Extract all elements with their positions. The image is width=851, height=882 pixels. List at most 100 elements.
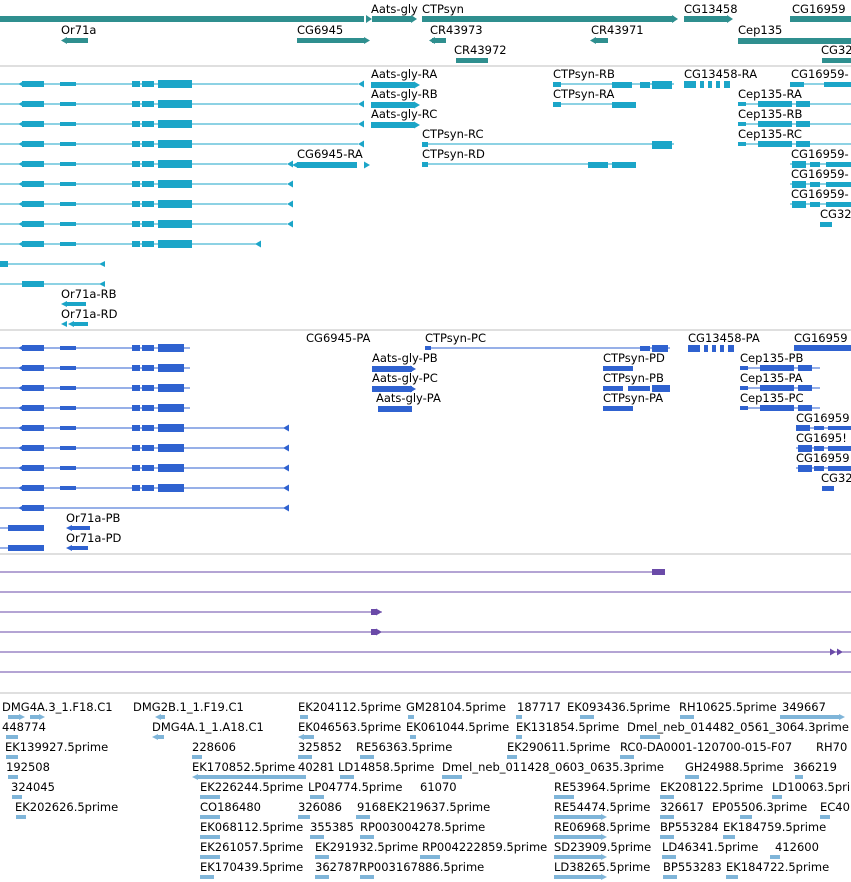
feature-label[interactable]: GH24988.5prime <box>685 760 784 774</box>
feature-label[interactable]: CG13458-RA <box>684 67 757 81</box>
feature-label[interactable]: EK184759.5prime <box>723 820 826 834</box>
feature-label[interactable]: EK131854.5prime <box>516 720 619 734</box>
feature-label[interactable]: Dmel_neb_011428_0603_0635.3prime <box>442 760 664 774</box>
feature-label[interactable]: 187717 <box>517 700 561 714</box>
feature-label[interactable]: 325852 <box>298 740 342 754</box>
feature-label[interactable]: 355385 <box>310 820 354 834</box>
feature-label[interactable]: 366219 <box>793 760 837 774</box>
feature-label[interactable]: 192508 <box>6 760 50 774</box>
feature-label[interactable]: Or71a-RD <box>61 307 118 321</box>
feature-label[interactable]: CG16959 <box>794 331 848 345</box>
feature-label[interactable]: EK170852.5prime <box>192 760 295 774</box>
feature-label[interactable]: Or71a-RB <box>61 287 117 301</box>
feature-label[interactable]: CG16959 <box>796 451 850 465</box>
feature-label[interactable]: Cep135-PB <box>740 351 803 365</box>
feature-label[interactable]: DMG4A.3_1.F18.C1 <box>2 700 113 714</box>
feature-label[interactable]: CG13458 <box>684 2 738 16</box>
feature-label[interactable]: LD46341.5prime <box>662 840 758 854</box>
feature-label[interactable]: RP003004278.5prime <box>360 820 485 834</box>
feature-label[interactable]: CTPsyn-RA <box>553 87 615 101</box>
feature-label[interactable]: DMG4A.1_1.A18.C1 <box>152 720 264 734</box>
feature-label[interactable]: Cep135-RA <box>738 87 802 101</box>
feature-label[interactable]: RP004222859.5prime <box>422 840 547 854</box>
feature-label[interactable]: Cep135-PA <box>740 371 803 385</box>
feature-label[interactable]: RE56363.5prime <box>356 740 452 754</box>
feature-label[interactable]: CTPsyn-PB <box>603 371 664 385</box>
feature-label[interactable]: Cep135-RB <box>738 107 802 121</box>
feature-label[interactable]: 326617 <box>660 800 704 814</box>
feature-label[interactable]: DMG2B.1_1.F19.C1 <box>133 700 244 714</box>
feature-label[interactable]: EK261057.5prime <box>200 840 303 854</box>
feature-label[interactable]: CTPsyn-PC <box>425 331 486 345</box>
feature-label[interactable]: Cep135 <box>738 23 782 37</box>
feature-label[interactable]: CG32 <box>820 207 851 221</box>
feature-label[interactable]: EP05506.3prime <box>712 800 807 814</box>
feature-label[interactable]: CG6945 <box>297 23 343 37</box>
feature-label[interactable]: EK046563.5prime <box>298 720 401 734</box>
feature-label[interactable]: 324045 <box>11 780 55 794</box>
feature-label[interactable]: 61070 <box>420 780 457 794</box>
feature-label[interactable]: Cep135-PC <box>740 391 803 405</box>
feature-label[interactable]: Cep135-RC <box>738 127 802 141</box>
feature-label[interactable]: CG16959 <box>792 2 846 16</box>
feature-label[interactable]: CG32 <box>821 471 851 485</box>
feature-label[interactable]: Aats-gly-RB <box>371 87 438 101</box>
feature-label[interactable]: EK139927.5prime <box>5 740 108 754</box>
feature-label[interactable]: 412600 <box>775 840 819 854</box>
feature-label[interactable]: Or71a <box>61 23 96 37</box>
feature-label[interactable]: RC0-DA0001-120700-015-F07 <box>620 740 792 754</box>
genome-tracks-canvas[interactable]: Aats-gly CTPsyn CG13458 CG16959 Or71a CG6945 C… <box>0 0 851 882</box>
feature-label[interactable]: Dmel_neb_014482_0561_3064.3prime <box>627 720 849 734</box>
feature-label[interactable]: Or71a-PD <box>66 531 122 545</box>
feature-label[interactable]: Aats-gly-PB <box>372 351 438 365</box>
feature-label[interactable]: Aats-gly-PC <box>372 371 438 385</box>
feature-label[interactable]: 40281 <box>298 760 335 774</box>
feature-label[interactable]: EK204112.5prime <box>298 700 401 714</box>
feature-label[interactable]: BP553284 <box>660 820 719 834</box>
feature-label[interactable]: LP04774.5prime <box>308 780 402 794</box>
feature-label[interactable]: EK202626.5prime <box>15 800 118 814</box>
feature-label[interactable]: CG6945-PA <box>306 331 371 345</box>
feature-label[interactable]: EK290611.5prime <box>507 740 610 754</box>
feature-label[interactable]: EC40 <box>820 800 850 814</box>
feature-label[interactable]: CR43972 <box>454 43 507 57</box>
feature-label[interactable]: CG1695! <box>796 431 847 445</box>
feature-label[interactable]: 448774 <box>2 720 46 734</box>
feature-label[interactable]: Aats-gly-RA <box>371 67 437 81</box>
feature-label[interactable]: LD14858.5prime <box>338 760 434 774</box>
feature-label[interactable]: CR43973 <box>430 23 483 37</box>
feature-label[interactable]: Aats-gly-PA <box>376 391 441 405</box>
feature-label[interactable]: CR43971 <box>591 23 644 37</box>
feature-label[interactable]: EK219637.5prime <box>387 800 490 814</box>
feature-label[interactable]: 9168 <box>357 800 386 814</box>
feature-label[interactable]: LD10063.5prime <box>772 780 851 794</box>
feature-label[interactable]: 326086 <box>298 800 342 814</box>
feature-label[interactable]: RH70 <box>816 740 847 754</box>
feature-label[interactable]: CTPsyn-PD <box>603 351 665 365</box>
feature-label[interactable]: CTPsyn-RB <box>553 67 615 81</box>
feature-label[interactable]: Or71a-PB <box>66 511 121 525</box>
feature-label[interactable]: CG13458-PA <box>688 331 760 345</box>
feature-label[interactable]: BP553283 <box>663 860 722 874</box>
feature-label[interactable]: GM28104.5prime <box>406 700 506 714</box>
feature-label[interactable]: CG16959- <box>791 187 849 201</box>
feature-label[interactable]: EK184722.5prime <box>726 860 829 874</box>
feature-label[interactable]: CG16959- <box>791 67 849 81</box>
feature-label[interactable]: Aats-gly <box>371 2 418 16</box>
feature-label[interactable]: EK291932.5prime <box>315 840 418 854</box>
feature-label[interactable]: 228606 <box>192 740 236 754</box>
feature-label[interactable]: EK061044.5prime <box>406 720 509 734</box>
feature-label[interactable]: EK170439.5prime <box>200 860 303 874</box>
feature-label[interactable]: EK226244.5prime <box>200 780 303 794</box>
feature-label[interactable]: CG16959- <box>791 167 849 181</box>
feature-label[interactable]: CG16959- <box>791 147 849 161</box>
feature-label[interactable]: 349667 <box>782 700 826 714</box>
feature-label[interactable]: CG6945-RA <box>297 147 363 161</box>
feature-label[interactable]: CG16959 <box>796 411 850 425</box>
feature-label[interactable]: LD38265.5prime <box>554 860 650 874</box>
feature-label[interactable]: 362787 <box>315 860 359 874</box>
feature-label[interactable]: EK093436.5prime <box>567 700 670 714</box>
feature-label[interactable]: EK068112.5prime <box>200 820 303 834</box>
feature-label[interactable]: CTPsyn-PA <box>603 391 663 405</box>
feature-label[interactable]: CO186480 <box>200 800 261 814</box>
